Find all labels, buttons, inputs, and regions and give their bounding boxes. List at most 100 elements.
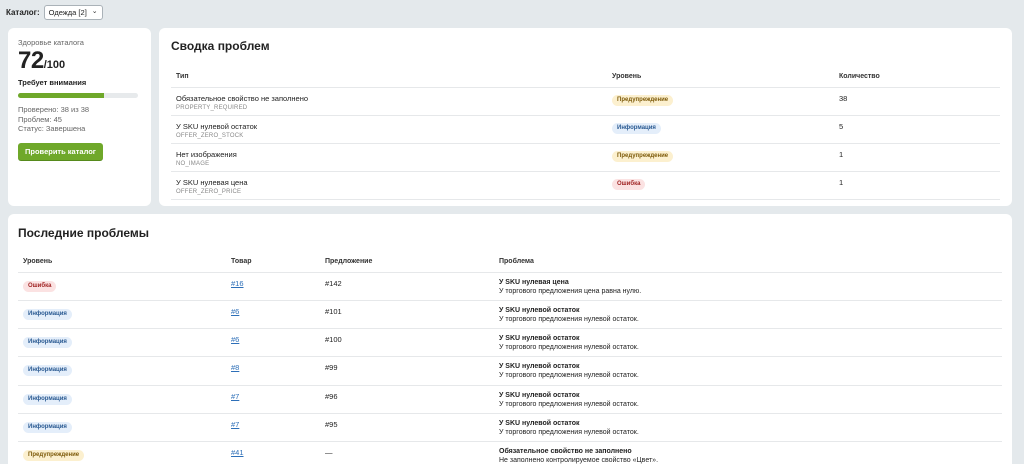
health-stats: Проверено: 38 из 38 Проблем: 45 Статус: … [18,105,141,134]
recent-cell-offer: #95 [320,413,494,443]
problem-type-code: OFFER_ZERO_STOCK [176,132,244,139]
recent-problems-card: Последние проблемы Уровень Товар Предлож… [8,214,1012,464]
summary-header-count: Количество [834,66,1000,88]
summary-cell-count: 38 [834,87,1000,116]
summary-cell-type: Нет изображения NO_IMAGE [171,143,607,172]
health-status-label: Требует внимания [18,78,87,87]
recent-row: Информация #6 #101 У SKU нулевой остаток У т… [18,300,1002,330]
catalog-health-card: Здоровье каталога 72/100 Требует внимани… [8,28,151,206]
product-link[interactable]: #16 [231,279,244,288]
recent-cell-level: Предупреждение [18,441,226,464]
recent-cell-problem: У SKU нулевой остаток У торгового предлож… [494,385,1002,414]
catalog-select-value: Одежда [2] [48,7,87,17]
product-link[interactable]: #7 [231,392,239,401]
health-stat-checked: Проверено: 38 из 38 [18,105,90,114]
level-badge: Ошибка [23,280,57,292]
recent-header-level: Уровень [18,251,226,273]
health-stat-status: Статус: Завершена [18,124,86,133]
level-badge: Предупреждение [23,450,85,462]
health-progress-fill [18,93,105,98]
summary-cell-level: Информация [607,115,834,144]
recent-cell-offer: — [320,441,494,464]
summary-table: Тип Уровень Количество Обязательное свой… [171,66,1000,200]
recent-cell-offer: #100 [320,328,494,358]
problem-type-name: Нет изображения [176,149,237,159]
recent-row: Информация #7 #95 У SKU нулевой остаток У то… [18,413,1002,443]
product-link[interactable]: #7 [231,420,239,429]
recent-cell-product: #6 [226,300,320,330]
problem-description: У торгового предложения нулевой остаток. [499,428,639,436]
health-score-value: 72 [18,47,44,74]
recent-cell-level: Информация [18,385,226,414]
product-link[interactable]: #6 [231,335,239,344]
summary-row: У SKU нулевой остаток OFFER_ZERO_STOCK Инф… [171,115,1000,144]
recent-cell-level: Ошибка [18,272,226,301]
recent-cell-problem: У SKU нулевой остаток У торгового предлож… [494,413,1002,443]
problem-description: Не заполнено контролируемое свойство «Цв… [499,457,659,464]
problem-description: У торгового предложения нулевой остаток. [499,344,639,352]
recent-cell-product: #41 [226,441,320,464]
summary-title: Сводка проблем [171,39,270,53]
summary-header-type: Тип [171,66,607,88]
problem-type-name: Обязательное свойство не заполнено [176,93,309,103]
product-link[interactable]: #6 [231,307,239,316]
recent-cell-product: #16 [226,272,320,301]
problem-description: У торгового предложения нулевой остаток. [499,315,639,323]
recent-cell-offer: #99 [320,356,494,386]
product-link[interactable]: #41 [231,448,244,457]
recent-header-row: Уровень Товар Предложение Проблема [18,251,1002,273]
check-catalog-button[interactable]: Проверить каталог [18,142,103,161]
problem-type-code: OFFER_ZERO_PRICE [176,188,242,195]
recent-cell-product: #6 [226,328,320,358]
recent-row: Предупреждение #41— Обязательное свойство … [18,441,1002,464]
problem-title: У SKU нулевая цена [499,278,569,286]
recent-table: Уровень Товар Предложение Проблема Ошибк… [18,251,1002,464]
problem-description: У торгового предложения нулевой остаток. [499,400,639,408]
level-badge: Информация [23,337,72,349]
problem-type-code: PROPERTY_REQUIRED [176,104,248,111]
recent-cell-problem: Обязательное свойство не заполнено Не зап… [494,441,1002,464]
recent-cell-problem: У SKU нулевой остаток У торгового предлож… [494,328,1002,358]
problem-title: У SKU нулевой остаток [499,419,580,427]
level-badge: Предупреждение [612,150,674,162]
recent-title: Последние проблемы [18,226,149,240]
problem-description: У торгового предложения цена равна нулю. [499,287,642,295]
recent-cell-problem: У SKU нулевой остаток У торгового предлож… [494,356,1002,386]
summary-cell-type: У SKU нулевая цена OFFER_ZERO_PRICE [171,171,607,200]
problem-type-name: У SKU нулевая цена [176,177,248,187]
recent-cell-level: Информация [18,356,226,386]
level-badge: Информация [612,122,661,134]
summary-cell-type: У SKU нулевой остаток OFFER_ZERO_STOCK [171,115,607,144]
recent-cell-level: Информация [18,328,226,358]
problem-title: У SKU нулевой остаток [499,391,580,399]
recent-cell-level: Информация [18,300,226,330]
product-link[interactable]: #8 [231,363,239,372]
summary-cell-level: Предупреждение [607,87,834,116]
catalog-label: Каталог: [6,7,40,17]
recent-cell-problem: У SKU нулевая цена У торгового предложени… [494,272,1002,301]
summary-cell-count: 1 [834,171,1000,200]
problem-title: У SKU нулевой остаток [499,306,580,314]
catalog-selector-bar: Каталог: Одежда [2] ⌄ [6,4,103,20]
level-badge: Предупреждение [612,94,674,106]
recent-header-problem: Проблема [494,251,1002,273]
chevron-down-icon: ⌄ [91,8,98,15]
recent-cell-level: Информация [18,413,226,443]
problem-type-name: У SKU нулевой остаток [176,121,258,131]
summary-header-row: Тип Уровень Количество [171,66,1000,88]
recent-header-offer: Предложение [320,251,494,273]
health-caption: Здоровье каталога [18,38,84,47]
problem-title: У SKU нулевой остаток [499,335,580,343]
problem-title: Обязательное свойство не заполнено [499,448,632,456]
problem-description: У торгового предложения нулевой остаток. [499,372,639,380]
summary-row: Обязательное свойство не заполнено PROPER… [171,87,1000,116]
summary-header-level: Уровень [607,66,834,88]
recent-cell-offer: #96 [320,385,494,414]
level-badge: Информация [23,308,72,320]
recent-cell-product: #7 [226,413,320,443]
level-badge: Ошибка [612,178,646,190]
health-score-max: /100 [43,59,66,71]
summary-cell-level: Ошибка [607,171,834,200]
summary-cell-level: Предупреждение [607,143,834,172]
catalog-select[interactable]: Одежда [2] ⌄ [43,4,103,20]
